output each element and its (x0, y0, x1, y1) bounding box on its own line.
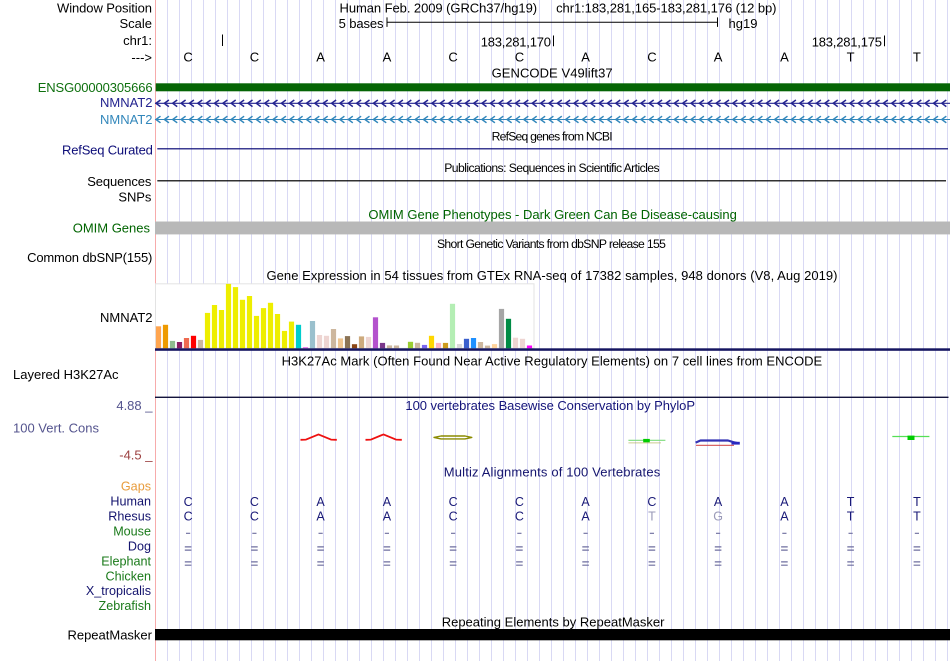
svg-text:T: T (648, 510, 656, 524)
svg-text:C: C (250, 50, 259, 65)
svg-text:A: A (714, 50, 723, 65)
svg-text:183,281,175: 183,281,175 (812, 34, 882, 49)
svg-text:Common dbSNP(155): Common dbSNP(155) (27, 250, 152, 265)
svg-text:Scale: Scale (119, 16, 152, 31)
svg-text:A: A (780, 510, 789, 524)
svg-text:183,281,170: 183,281,170 (481, 34, 551, 49)
svg-text:A: A (316, 50, 325, 65)
svg-text:Gaps: Gaps (121, 480, 151, 494)
svg-text:T: T (913, 50, 921, 65)
svg-text:A: A (780, 495, 789, 509)
svg-text:C: C (184, 510, 193, 524)
svg-text:SNPs: SNPs (118, 189, 152, 204)
svg-text:A: A (383, 510, 392, 524)
svg-text:A: A (581, 510, 590, 524)
svg-text:T: T (913, 495, 921, 509)
svg-text:T: T (847, 495, 855, 509)
svg-text:C: C (448, 50, 457, 65)
svg-text:Dog: Dog (128, 539, 151, 553)
svg-text:T: T (847, 50, 855, 65)
svg-text:C: C (250, 495, 259, 509)
svg-text:Multiz Alignments of 100 Verte: Multiz Alignments of 100 Vertebrates (444, 464, 661, 479)
svg-text:C: C (449, 495, 458, 509)
svg-text:C: C (647, 495, 656, 509)
svg-text:Window Position: Window Position (57, 1, 152, 16)
svg-text:Repeating Elements by RepeatMa: Repeating Elements by RepeatMasker (442, 615, 665, 630)
svg-text:C: C (449, 510, 458, 524)
svg-text:Rhesus: Rhesus (108, 510, 151, 524)
svg-text:chr1:: chr1: (123, 33, 152, 48)
svg-text:A: A (780, 50, 789, 65)
svg-text:Zebrafish: Zebrafish (99, 599, 152, 613)
svg-text:OMIM Gene Phenotypes - Dark Gr: OMIM Gene Phenotypes - Dark Green Can Be… (368, 207, 737, 222)
svg-text:Elephant: Elephant (101, 554, 151, 568)
svg-text:A: A (316, 495, 325, 509)
svg-text:Human Feb. 2009 (GRCh37/hg19): Human Feb. 2009 (GRCh37/hg19) (340, 1, 538, 16)
svg-text:X_tropicalis: X_tropicalis (86, 584, 151, 598)
svg-text:C: C (184, 495, 193, 509)
svg-text:A: A (383, 495, 392, 509)
svg-text:RefSeq Curated: RefSeq Curated (62, 142, 153, 157)
svg-text:C: C (515, 495, 524, 509)
svg-text:C: C (515, 50, 524, 65)
svg-text:C: C (250, 510, 259, 524)
svg-text:T: T (913, 510, 921, 524)
svg-text:Human: Human (110, 495, 151, 509)
svg-text:OMIM Genes: OMIM Genes (73, 221, 151, 236)
svg-text:G: G (713, 510, 723, 524)
svg-text:5 bases: 5 bases (339, 16, 384, 31)
svg-text:hg19: hg19 (729, 16, 758, 31)
svg-text:Gene Expression in 54 tissues: Gene Expression in 54 tissues from GTEx … (267, 268, 838, 283)
svg-text:A: A (383, 50, 392, 65)
svg-text:Sequences: Sequences (87, 174, 152, 189)
svg-text:C: C (515, 510, 524, 524)
svg-text:GENCODE V49lift37: GENCODE V49lift37 (492, 66, 613, 81)
svg-text:C: C (647, 50, 656, 65)
svg-text:100 Vert. Cons: 100 Vert. Cons (13, 420, 99, 435)
svg-text:A: A (714, 495, 723, 509)
svg-text:C: C (183, 50, 192, 65)
svg-text:NMNAT2: NMNAT2 (100, 112, 152, 127)
svg-text:4.88 _: 4.88 _ (116, 398, 153, 413)
svg-text:chr1:183,281,165-183,281,176 (: chr1:183,281,165-183,281,176 (12 bp) (556, 1, 776, 16)
svg-text:Chicken: Chicken (106, 569, 152, 583)
svg-text:Mouse: Mouse (113, 525, 151, 539)
svg-text:Layered H3K27Ac: Layered H3K27Ac (13, 367, 119, 382)
svg-text:100 vertebrates Basewise Conse: 100 vertebrates Basewise Conservation by… (405, 398, 695, 413)
svg-text:ENSG00000305666: ENSG00000305666 (38, 80, 153, 95)
svg-text:NMNAT2: NMNAT2 (100, 310, 152, 325)
svg-text:-4.5 _: -4.5 _ (119, 447, 153, 462)
svg-text:A: A (581, 495, 590, 509)
svg-text:A: A (581, 50, 590, 65)
svg-text:NMNAT2: NMNAT2 (100, 95, 152, 110)
svg-text:RefSeq genes from NCBI: RefSeq genes from NCBI (492, 129, 613, 143)
svg-text:T: T (847, 510, 855, 524)
svg-text:--->: ---> (131, 50, 152, 65)
svg-text:Publications: Sequences in Sci: Publications: Sequences in Scientific Ar… (444, 161, 659, 175)
svg-text:Short Genetic Variants from db: Short Genetic Variants from dbSNP releas… (437, 237, 666, 251)
svg-text:RepeatMasker: RepeatMasker (67, 628, 152, 643)
svg-text:H3K27Ac Mark (Often Found Near: H3K27Ac Mark (Often Found Near Active Re… (282, 353, 823, 368)
svg-text:A: A (316, 510, 325, 524)
